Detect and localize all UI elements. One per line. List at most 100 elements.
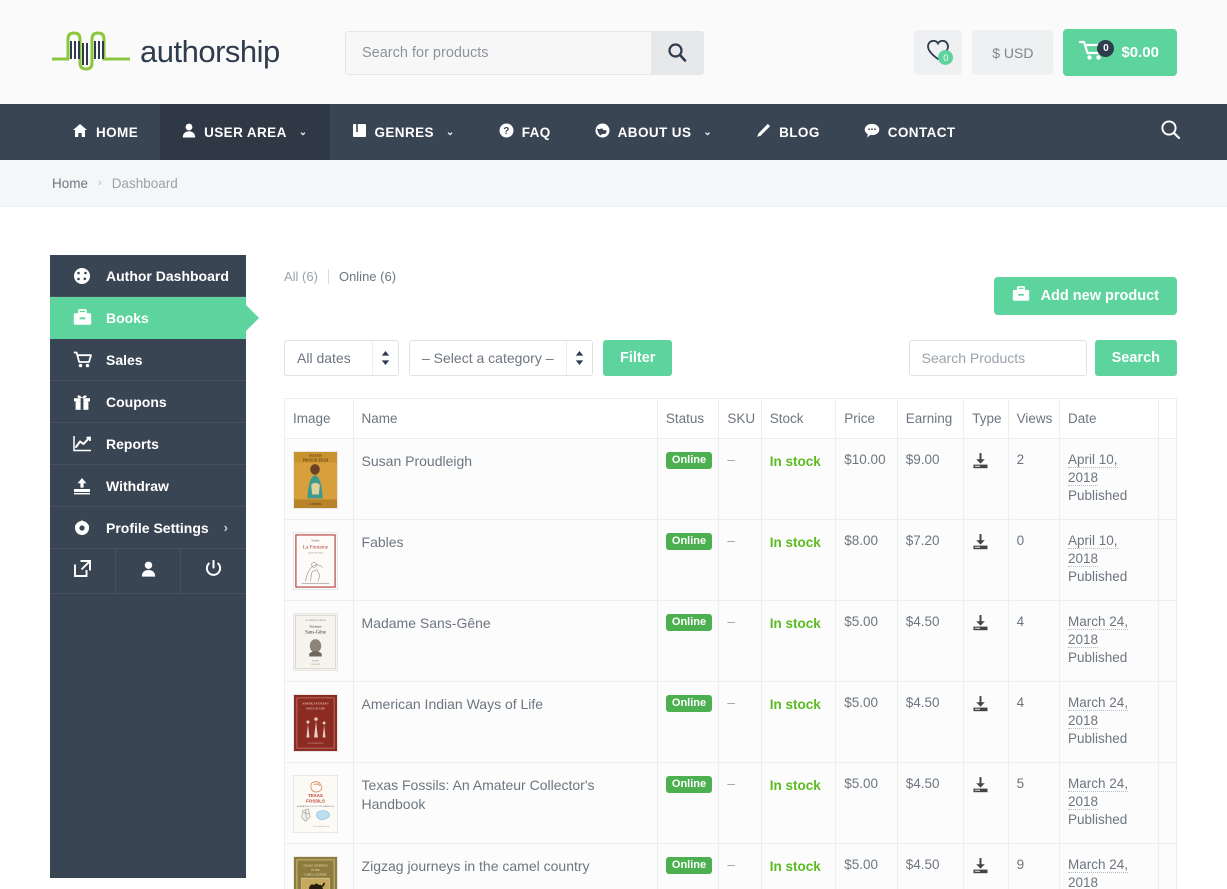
globe-icon	[595, 123, 610, 141]
search-icon	[1160, 119, 1181, 145]
product-cover-thumbnail[interactable]: TEXAS FOSSILS AN AMATEUR COLLECTOR'S HAN…	[293, 775, 345, 833]
search-submit-button[interactable]	[651, 32, 703, 74]
product-cover-thumbnail[interactable]: Fables La Fontaine ILLUSTRATED	[293, 532, 345, 590]
products-table-body: SUSAN PROUDLEIGH A NOVEL Susan Proudleig…	[285, 439, 1177, 889]
cell-price: $5.00	[836, 601, 897, 682]
cell-earning: $4.50	[897, 844, 964, 889]
sidebar-item-label: Profile Settings	[106, 520, 209, 536]
currency-selector[interactable]: $ USD	[972, 30, 1053, 75]
cell-name: American Indian Ways of Life	[353, 682, 657, 763]
col-header-date[interactable]: Date	[1060, 399, 1159, 439]
cell-image: SUSAN PROUDLEIGH A NOVEL	[285, 439, 354, 520]
cell-sku: –	[719, 763, 761, 844]
product-cover-thumbnail[interactable]: AMERICAN INDIAN WAYS OF LIFE AN ANTHOLOG…	[293, 694, 345, 752]
sidebar-item-withdraw[interactable]: Withdraw	[50, 465, 246, 507]
date-value: March 24, 2018	[1068, 695, 1128, 729]
col-header-image[interactable]: Image	[285, 399, 354, 439]
sidebar-item-reports[interactable]: Reports	[50, 423, 246, 465]
table-row[interactable]: TEXAS FOSSILS AN AMATEUR COLLECTOR'S HAN…	[285, 763, 1177, 844]
logout-button[interactable]	[181, 549, 246, 593]
cell-date: March 24, 2018 Published	[1060, 763, 1159, 844]
visit-store-button[interactable]	[50, 549, 116, 593]
cell-image: Fables La Fontaine ILLUSTRATED	[285, 520, 354, 601]
nav-search-toggle[interactable]	[1146, 104, 1195, 160]
table-row[interactable]: AMERICAN INDIAN WAYS OF LIFE AN ANTHOLOG…	[285, 682, 1177, 763]
nav-item-genres[interactable]: GENRES ⌄	[330, 104, 477, 160]
product-cover-thumbnail[interactable]: SUSAN PROUDLEIGH A NOVEL	[293, 451, 345, 509]
cell-type	[964, 844, 1008, 889]
account-button[interactable]	[116, 549, 182, 593]
cart-button[interactable]: 0 $0.00	[1063, 29, 1177, 76]
nav-label: HOME	[96, 125, 138, 140]
nav-item-faq[interactable]: ? FAQ	[477, 104, 573, 160]
search-input[interactable]	[346, 32, 651, 74]
svg-text:ILLUSTRATED: ILLUSTRATED	[308, 551, 324, 554]
product-name-link[interactable]: Fables	[362, 530, 649, 552]
status-badge: Online	[666, 614, 712, 631]
sidebar-item-books[interactable]: Books	[50, 297, 246, 339]
cell-stock: In stock	[761, 682, 836, 763]
table-row[interactable]: Fables La Fontaine ILLUSTRATED Fables On…	[285, 520, 1177, 601]
col-header-status[interactable]: Status	[657, 399, 718, 439]
table-row[interactable]: SUSAN PROUDLEIGH A NOVEL Susan Proudleig…	[285, 439, 1177, 520]
nav-item-blog[interactable]: BLOG	[734, 104, 842, 160]
download-icon	[972, 692, 999, 716]
header-search[interactable]	[345, 31, 704, 75]
product-name-link[interactable]: American Indian Ways of Life	[362, 692, 649, 714]
cell-extra	[1158, 601, 1176, 682]
col-header-views[interactable]: Views	[1008, 399, 1059, 439]
search-icon	[667, 42, 687, 65]
col-header-price[interactable]: Price	[836, 399, 897, 439]
add-new-product-button[interactable]: Add new product	[994, 277, 1177, 315]
sidebar-item-profile-settings[interactable]: Profile Settings ›	[50, 507, 246, 549]
download-icon	[972, 449, 999, 473]
product-name-link[interactable]: Zigzag journeys in the camel country	[362, 854, 649, 876]
product-name-link[interactable]: Susan Proudleigh	[362, 449, 649, 471]
table-row[interactable]: ZIGZAG JOURNEYS IN THE CAMEL COUNTRY HEZ…	[285, 844, 1177, 889]
publish-status: Published	[1068, 811, 1150, 829]
site-logo[interactable]: authorship	[50, 29, 280, 76]
sidebar-item-coupons[interactable]: Coupons	[50, 381, 246, 423]
product-name-link[interactable]: Texas Fossils: An Amateur Collector's Ha…	[362, 773, 649, 814]
nav-item-contact[interactable]: CONTACT	[842, 104, 978, 160]
gift-icon	[72, 393, 92, 411]
svg-text:PROUDLEIGH: PROUDLEIGH	[303, 458, 329, 463]
breadcrumb-home[interactable]: Home	[52, 176, 88, 191]
dashboard-sidebar: Author Dashboard Books Sales Coupons Rep	[50, 255, 246, 878]
col-header-type[interactable]: Type	[964, 399, 1008, 439]
status-badge: Online	[666, 776, 712, 793]
wishlist-button[interactable]: 0	[914, 30, 962, 75]
svg-text:Fables: Fables	[312, 539, 321, 543]
product-search-button[interactable]: Search	[1095, 340, 1177, 376]
sidebar-item-sales[interactable]: Sales	[50, 339, 246, 381]
filter-link-all[interactable]: All (6)	[284, 269, 328, 284]
gear-icon	[72, 519, 92, 537]
date-filter-select[interactable]: All dates	[284, 340, 399, 376]
product-name-link[interactable]: Madame Sans-Gêne	[362, 611, 649, 633]
cell-name: Madame Sans-Gêne	[353, 601, 657, 682]
date-value: April 10, 2018	[1068, 452, 1118, 486]
user-icon	[182, 123, 196, 141]
cart-total: $0.00	[1121, 44, 1159, 61]
table-row[interactable]: VICTORIEN SARDOU Madame Sans-Gêne PARIS …	[285, 601, 1177, 682]
cell-extra	[1158, 439, 1176, 520]
filter-button[interactable]: Filter	[603, 340, 672, 376]
cell-stock: In stock	[761, 844, 836, 889]
publish-status: Published	[1068, 568, 1150, 586]
nav-item-home[interactable]: HOME	[50, 104, 160, 160]
filter-link-online[interactable]: Online (6)	[328, 269, 406, 284]
chevron-down-icon: ⌄	[299, 127, 308, 138]
product-cover-thumbnail[interactable]: ZIGZAG JOURNEYS IN THE CAMEL COUNTRY HEZ…	[293, 856, 345, 889]
sidebar-item-author-dashboard[interactable]: Author Dashboard	[50, 255, 246, 297]
col-header-sku[interactable]: SKU	[719, 399, 761, 439]
currency-label: $ USD	[992, 45, 1033, 61]
col-header-stock[interactable]: Stock	[761, 399, 836, 439]
col-header-earning[interactable]: Earning	[897, 399, 964, 439]
category-filter-select[interactable]: – Select a category –	[409, 340, 593, 376]
col-header-name[interactable]: Name	[353, 399, 657, 439]
chevron-down-icon: ⌄	[703, 127, 712, 138]
nav-item-about-us[interactable]: ABOUT US ⌄	[573, 104, 734, 160]
product-cover-thumbnail[interactable]: VICTORIEN SARDOU Madame Sans-Gêne PARIS …	[293, 613, 345, 671]
nav-item-user-area[interactable]: USER AREA ⌄	[160, 104, 329, 160]
product-search-input[interactable]	[909, 340, 1087, 376]
